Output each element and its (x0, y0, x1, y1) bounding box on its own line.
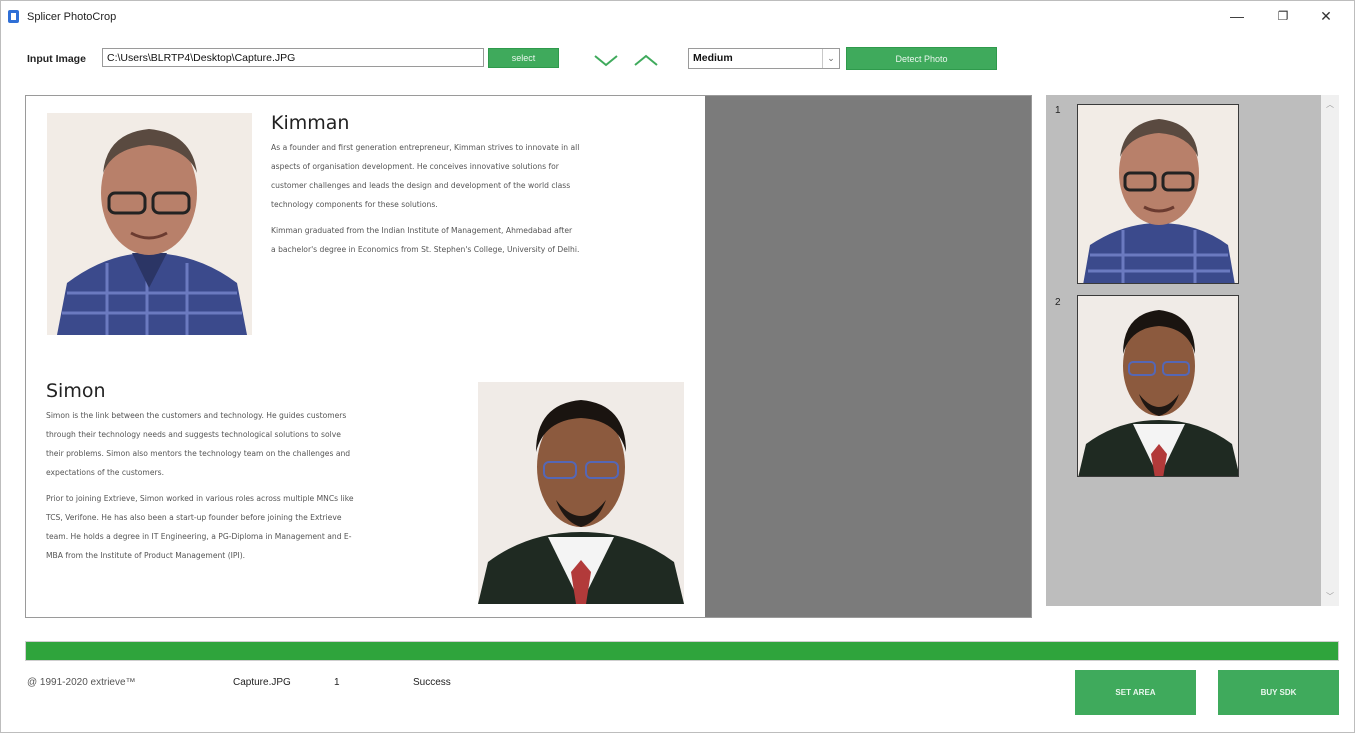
bio-line: Simon is the link between the customers … (46, 411, 347, 420)
input-path-field[interactable] (102, 48, 484, 67)
status-result: Success (413, 677, 451, 688)
bio-line: expectations of the customers. (46, 468, 164, 477)
bio-line: through their technology needs and sugge… (46, 430, 341, 439)
status-count: 1 (334, 677, 340, 688)
portrait-photo-2 (478, 382, 684, 604)
chevron-down-icon[interactable]: ⌄ (822, 49, 839, 68)
input-image-label: Input Image (27, 53, 86, 65)
minimize-button[interactable]: — (1217, 5, 1257, 27)
bio-line: Kimman graduated from the Indian Institu… (271, 226, 573, 235)
scroll-up-icon[interactable]: ︿ (1321, 97, 1339, 111)
result-thumbnail-1[interactable] (1077, 104, 1239, 284)
bio-line: technology components for these solution… (271, 200, 438, 209)
bio-line: customer challenges and leads the design… (271, 181, 571, 190)
progress-bar (25, 641, 1339, 661)
title-bar: Splicer PhotoCrop — ❐ ✕ (1, 1, 1354, 33)
chevron-up-icon[interactable] (633, 53, 659, 67)
result-thumbnail-2[interactable] (1077, 295, 1239, 477)
chevron-down-icon[interactable] (593, 53, 619, 67)
app-icon (8, 10, 19, 23)
results-scrollbar[interactable]: ︿ ﹀ (1321, 95, 1339, 606)
restore-button[interactable]: ❐ (1263, 5, 1303, 27)
buy-sdk-button[interactable]: BUY SDK (1218, 670, 1339, 715)
image-preview-pane[interactable]: Kimman As a founder and first generation… (25, 95, 1032, 618)
bio-line: MBA from the Institute of Product Manage… (46, 551, 246, 560)
status-filename: Capture.JPG (233, 677, 291, 688)
bio-line: As a founder and first generation entrep… (271, 143, 580, 152)
result-index: 1 (1055, 105, 1061, 116)
progress-fill (26, 642, 1338, 660)
bio-line: their problems. Simon also mentors the t… (46, 449, 351, 458)
close-button[interactable]: ✕ (1306, 5, 1346, 27)
results-panel: 1 2 (1046, 95, 1339, 606)
bio-line: team. He holds a degree in IT Engineerin… (46, 532, 352, 541)
scroll-down-icon[interactable]: ﹀ (1321, 589, 1339, 603)
detect-photo-button[interactable]: Detect Photo (846, 47, 997, 70)
bio-line: a bachelor's degree in Economics from St… (271, 245, 580, 254)
quality-select[interactable]: Medium ⌄ (688, 48, 840, 69)
app-window: Splicer PhotoCrop — ❐ ✕ Input Image sele… (0, 0, 1355, 733)
quality-select-value: Medium (693, 52, 733, 64)
bio-line: TCS, Verifone. He has also been a start-… (46, 513, 342, 522)
person-name-1: Kimman (271, 112, 350, 134)
copyright-text: @ 1991-2020 extrieve™ (27, 677, 136, 688)
bio-line: aspects of organisation development. He … (271, 162, 559, 171)
select-button[interactable]: select (488, 48, 559, 68)
person-bio-1: As a founder and first generation entrep… (271, 138, 701, 259)
set-area-button[interactable]: SET AREA (1075, 670, 1196, 715)
window-title: Splicer PhotoCrop (27, 11, 117, 23)
bio-line: Prior to joining Extrieve, Simon worked … (46, 494, 354, 503)
portrait-photo-1 (47, 113, 252, 335)
person-name-2: Simon (46, 380, 106, 402)
person-bio-2: Simon is the link between the customers … (46, 406, 476, 565)
document-image: Kimman As a founder and first generation… (26, 96, 705, 617)
result-index: 2 (1055, 297, 1061, 308)
